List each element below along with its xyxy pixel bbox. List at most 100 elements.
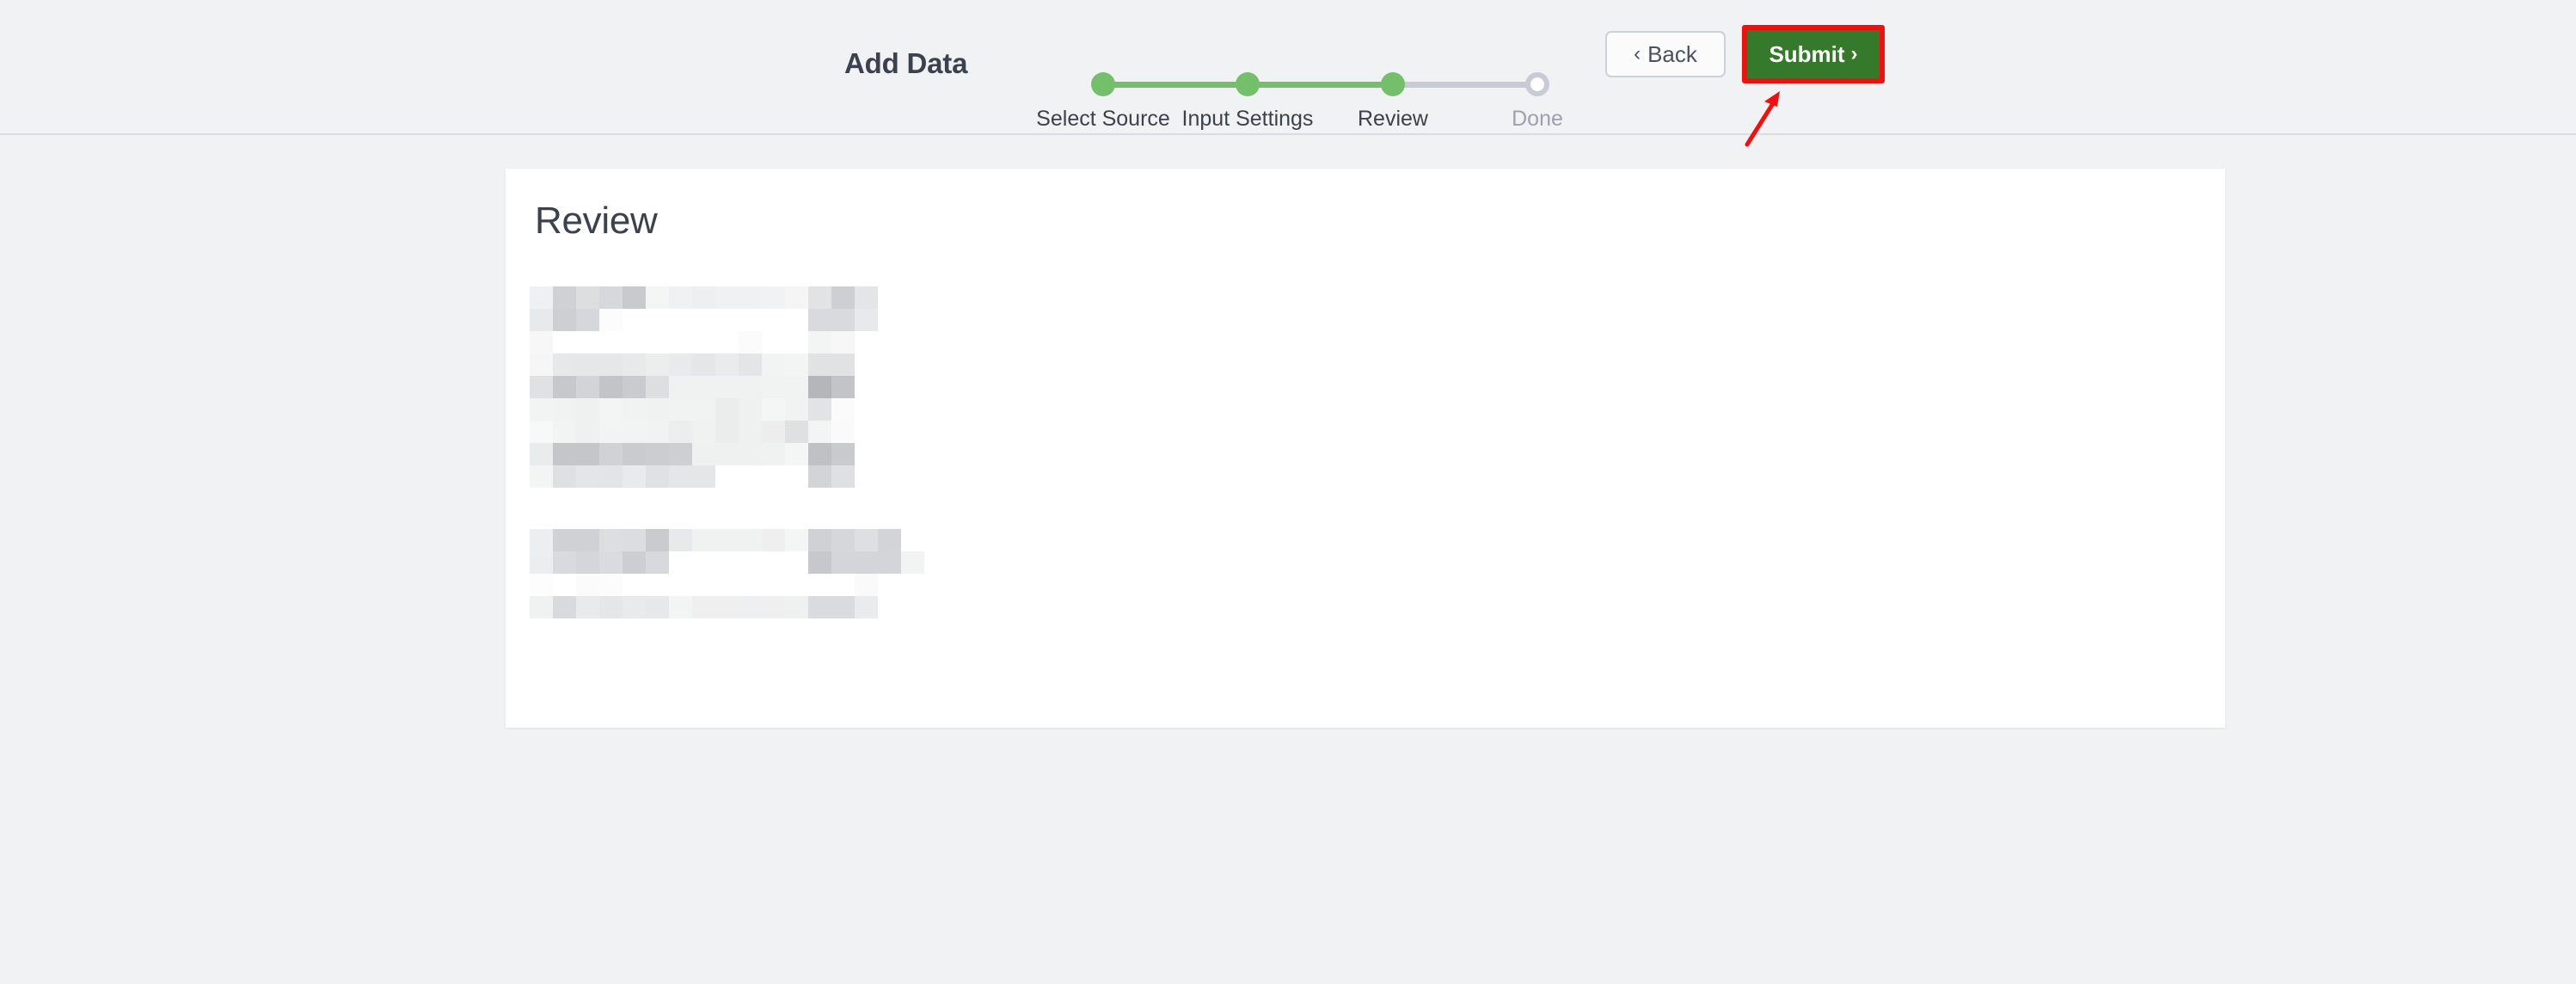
redacted-cell <box>669 354 692 376</box>
redacted-cell <box>831 309 855 331</box>
redacted-cell <box>530 574 553 596</box>
redacted-cell <box>785 596 808 618</box>
redacted-cell <box>553 286 576 309</box>
redacted-cell <box>646 286 669 309</box>
back-button[interactable]: ‹ Back <box>1605 31 1726 77</box>
chevron-right-icon: › <box>1850 42 1858 65</box>
redacted-cell <box>855 596 878 618</box>
step-dot-pending-icon <box>1525 72 1549 96</box>
redacted-cell <box>692 398 715 421</box>
redacted-cell <box>553 354 576 376</box>
redacted-cell <box>715 596 739 618</box>
redacted-cell <box>762 376 785 398</box>
redacted-cell <box>808 331 831 354</box>
redacted-cell <box>530 376 553 398</box>
redacted-cell <box>599 596 623 618</box>
redacted-cell <box>692 354 715 376</box>
redacted-cell <box>669 286 692 309</box>
redacted-cell <box>808 443 831 465</box>
redacted-cell <box>553 443 576 465</box>
redacted-cell <box>530 309 553 331</box>
redacted-cell <box>530 398 553 421</box>
submit-button-label: Submit <box>1769 40 1845 67</box>
redacted-cell <box>599 551 623 574</box>
redacted-cell <box>901 551 924 574</box>
redacted-cell <box>576 286 599 309</box>
redacted-cell <box>762 443 785 465</box>
redacted-cell <box>692 421 715 443</box>
redacted-cell <box>623 465 646 488</box>
redacted-cell <box>692 596 715 618</box>
redacted-cell <box>739 443 762 465</box>
redacted-cell <box>669 421 692 443</box>
redacted-cell <box>553 376 576 398</box>
redacted-cell <box>785 421 808 443</box>
redacted-cell <box>576 309 599 331</box>
redacted-cell <box>599 376 623 398</box>
redacted-cell <box>762 596 785 618</box>
redacted-cell <box>576 551 599 574</box>
redacted-cell <box>762 286 785 309</box>
redacted-cell <box>599 529 623 551</box>
redacted-cell <box>530 596 553 618</box>
redacted-cell <box>715 286 739 309</box>
redacted-cell <box>785 286 808 309</box>
redacted-cell <box>623 354 646 376</box>
redacted-cell <box>530 465 553 488</box>
redacted-cell <box>576 574 599 596</box>
redacted-cell <box>715 443 739 465</box>
redacted-cell <box>623 529 646 551</box>
redacted-cell <box>855 309 878 331</box>
redacted-cell <box>553 596 576 618</box>
redacted-cell <box>785 398 808 421</box>
redacted-cell <box>785 443 808 465</box>
redacted-cell <box>692 465 715 488</box>
stepper-step-label: Input Settings <box>1181 107 1314 131</box>
redacted-cell <box>878 551 901 574</box>
redacted-cell <box>762 529 785 551</box>
submit-button-container: Submit › <box>1742 25 1885 83</box>
redacted-cell <box>855 529 878 551</box>
step-dot-complete-icon <box>1091 72 1115 96</box>
redacted-cell <box>599 574 623 596</box>
redacted-cell <box>646 529 669 551</box>
redacted-cell <box>692 286 715 309</box>
redacted-cell <box>553 551 576 574</box>
redacted-cell <box>669 596 692 618</box>
redacted-cell <box>808 354 831 376</box>
redacted-cell <box>576 465 599 488</box>
redacted-cell <box>599 443 623 465</box>
step-dot-complete-icon <box>1381 72 1405 96</box>
redacted-cell <box>808 376 831 398</box>
redacted-cell <box>762 354 785 376</box>
redacted-cell <box>530 551 553 574</box>
redacted-cell <box>646 551 669 574</box>
stepper-step-label: Select Source <box>1036 107 1170 131</box>
redacted-cell <box>576 354 599 376</box>
redacted-cell <box>855 286 878 309</box>
redacted-cell <box>553 465 576 488</box>
redacted-cell <box>785 354 808 376</box>
redacted-cell <box>855 551 878 574</box>
redacted-cell <box>646 421 669 443</box>
stepper-step-label: Review <box>1358 107 1428 131</box>
redacted-cell <box>808 529 831 551</box>
redacted-cell <box>762 398 785 421</box>
redacted-cell <box>576 421 599 443</box>
submit-button[interactable]: Submit › <box>1745 28 1881 80</box>
redacted-cell <box>878 529 901 551</box>
step-dot-complete-icon <box>1236 72 1260 96</box>
redacted-cell <box>831 443 855 465</box>
redacted-cell <box>553 529 576 551</box>
redacted-cell <box>808 421 831 443</box>
redacted-cell <box>831 376 855 398</box>
redacted-cell <box>692 376 715 398</box>
redacted-cell <box>599 354 623 376</box>
redacted-cell <box>715 376 739 398</box>
redacted-settings-summary <box>530 286 977 618</box>
annotation-arrow-icon <box>1745 91 1780 147</box>
redacted-cell <box>623 398 646 421</box>
redacted-cell <box>831 596 855 618</box>
redacted-cell <box>623 376 646 398</box>
redacted-cell <box>669 376 692 398</box>
